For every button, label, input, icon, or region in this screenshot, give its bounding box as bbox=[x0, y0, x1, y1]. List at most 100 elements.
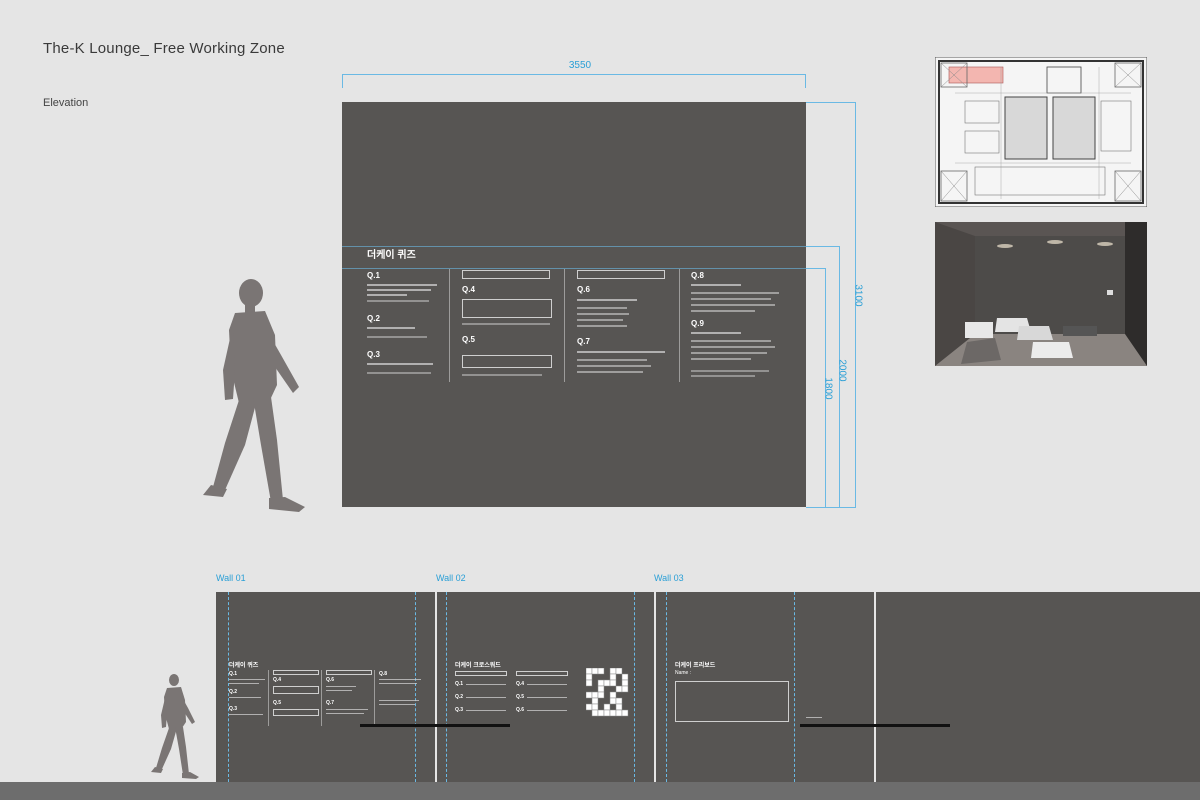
page-subtitle: Elevation bbox=[43, 97, 89, 109]
text-line bbox=[229, 697, 261, 698]
question-label: Q.4 bbox=[516, 681, 525, 687]
answer-options bbox=[367, 372, 431, 374]
person-silhouette bbox=[203, 279, 305, 512]
question-label: Q.5 bbox=[516, 694, 525, 700]
bench-bar bbox=[360, 724, 510, 727]
height-panel-label: 1800 bbox=[822, 377, 834, 400]
text-line bbox=[527, 684, 567, 685]
text-line bbox=[379, 683, 417, 684]
guide-dash bbox=[634, 592, 635, 782]
text-line bbox=[379, 704, 415, 705]
question-label: Q.1 bbox=[229, 671, 238, 677]
text-line bbox=[691, 332, 741, 334]
guide-dash bbox=[228, 592, 229, 782]
question-label: Q.7 bbox=[577, 337, 590, 346]
answer-options bbox=[462, 323, 550, 325]
answer-box bbox=[462, 299, 552, 318]
wall-label: Wall 01 bbox=[216, 573, 246, 583]
text-line bbox=[577, 325, 627, 327]
text-line bbox=[691, 375, 755, 377]
column-divider bbox=[449, 269, 450, 382]
answer-options bbox=[367, 336, 427, 338]
text-line bbox=[691, 292, 779, 294]
info-box bbox=[577, 270, 665, 279]
height-upper-label: 2000 bbox=[836, 359, 848, 382]
text-line bbox=[326, 713, 364, 714]
height-ext-bottom bbox=[806, 507, 856, 508]
free-board-box bbox=[675, 681, 789, 722]
text-line bbox=[806, 717, 822, 718]
guide-dash bbox=[666, 592, 667, 782]
question-label: Q.6 bbox=[516, 707, 525, 713]
text-line bbox=[466, 684, 506, 685]
question-label: Q.3 bbox=[229, 706, 238, 712]
text-line bbox=[577, 319, 623, 321]
panel-ext bbox=[806, 268, 826, 269]
column-divider bbox=[679, 269, 680, 382]
floor-plan-image bbox=[935, 57, 1147, 207]
info-box bbox=[273, 670, 319, 675]
answer-options bbox=[462, 374, 542, 376]
answer-options bbox=[367, 300, 429, 302]
text-line bbox=[326, 690, 352, 691]
guide-dash bbox=[446, 592, 447, 782]
question-label: Q.2 bbox=[455, 694, 464, 700]
question-label: Q.8 bbox=[379, 671, 388, 677]
question-label: Q.4 bbox=[273, 677, 282, 683]
column-divider bbox=[374, 670, 375, 726]
text-line bbox=[577, 307, 627, 309]
width-dimension-tick-left bbox=[342, 74, 343, 88]
width-dimension-label: 3550 bbox=[568, 60, 592, 71]
question-label: Q.2 bbox=[229, 689, 238, 695]
text-line bbox=[379, 679, 421, 680]
text-line bbox=[691, 304, 775, 306]
question-label: Q.4 bbox=[462, 285, 475, 294]
question-label: Q.3 bbox=[367, 350, 380, 359]
person-silhouette-small bbox=[151, 674, 199, 779]
text-line bbox=[691, 284, 741, 286]
panel-guide-line bbox=[342, 268, 806, 269]
question-label: Q.2 bbox=[367, 314, 380, 323]
wall-label: Wall 02 bbox=[436, 573, 466, 583]
question-label: Q.8 bbox=[691, 271, 704, 280]
text-line bbox=[367, 289, 431, 291]
wall-heading: 더케이 프리보드 bbox=[675, 663, 716, 669]
room-photo-image bbox=[935, 222, 1147, 366]
upper-ext bbox=[806, 246, 840, 247]
text-line bbox=[466, 710, 506, 711]
question-label: Q.7 bbox=[326, 700, 335, 706]
question-label: Q.3 bbox=[455, 707, 464, 713]
bench-bar bbox=[800, 724, 950, 727]
info-box bbox=[516, 671, 568, 676]
text-line bbox=[577, 371, 643, 373]
column-divider bbox=[268, 670, 269, 726]
text-line bbox=[691, 310, 755, 312]
text-line bbox=[691, 340, 771, 342]
info-box bbox=[455, 671, 507, 676]
text-line bbox=[379, 700, 419, 701]
text-line bbox=[577, 359, 647, 361]
answer-box bbox=[462, 355, 552, 368]
height-ext-top bbox=[806, 102, 856, 103]
wall-heading: 더케이 크로스워드 bbox=[455, 663, 501, 669]
width-dimension-tick-right bbox=[805, 74, 806, 88]
wall-label: Wall 03 bbox=[654, 573, 684, 583]
question-label: Q.5 bbox=[273, 700, 282, 706]
text-line bbox=[367, 294, 407, 296]
floor bbox=[0, 782, 1200, 800]
text-line bbox=[326, 686, 356, 687]
wall-heading: 더케이 퀴즈 bbox=[229, 663, 259, 669]
text-line bbox=[577, 351, 665, 353]
text-line bbox=[527, 697, 567, 698]
text-line bbox=[691, 358, 751, 360]
text-line bbox=[691, 298, 771, 300]
wall-separator bbox=[874, 592, 876, 782]
guide-dash bbox=[794, 592, 795, 782]
text-line bbox=[691, 352, 767, 354]
text-line bbox=[691, 370, 769, 372]
text-line bbox=[577, 365, 651, 367]
answer-box bbox=[273, 686, 319, 694]
wall-separator bbox=[435, 592, 437, 782]
text-line bbox=[229, 714, 263, 715]
wall-separator bbox=[654, 592, 656, 782]
